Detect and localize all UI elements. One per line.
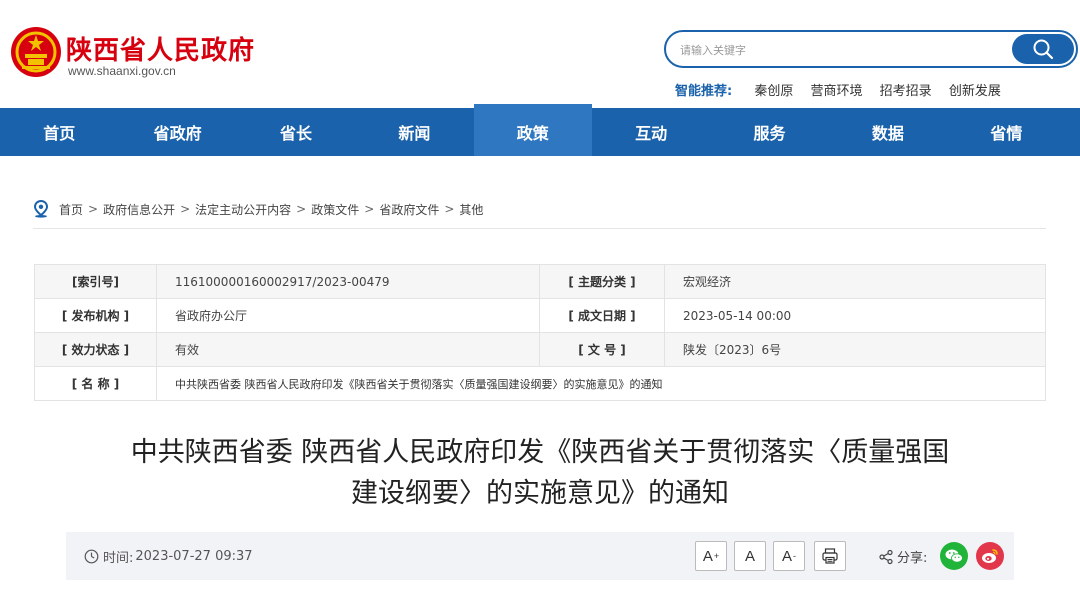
docno-value: 陕发〔2023〕6号 [664,332,1046,367]
article-title-line-2: 建设纲要〉的实施意见》的通知 [351,478,729,509]
main-nav: 首页 省政府 省长 新闻 政策 互动 服务 数据 省情 [0,104,1080,156]
table-row: [ 名 称 ] 中共陕西省委 陕西省人民政府印发《陕西省关于贯彻落实〈质量强国建… [34,366,1046,401]
nav-provincial-gov[interactable]: 省政府 [118,108,236,156]
share-weibo-button[interactable] [976,542,1004,570]
breadcrumb-home[interactable]: 首页 [59,201,83,218]
issuer-label: [ 发布机构 ] [34,298,157,333]
font-normal-label: A [744,547,755,565]
clock-icon [84,549,99,564]
issuer-value: 省政府办公厅 [156,298,540,333]
font-larger-plus: + [713,551,720,561]
article-meta-bar: 时间: 2023-07-27 09:37 A + A A- 分享: [66,532,1014,580]
print-icon [822,548,838,564]
hot-recommend: 智能推荐: 秦创原 营商环境 招考招录 创新发展 [675,80,1014,99]
font-larger-label: A [702,547,713,565]
topic-label: [ 主题分类 ] [539,264,665,299]
site-name[interactable]: 陕西省人民政府 [66,30,255,67]
breadcrumb-policy-docs[interactable]: 政策文件 [311,201,359,218]
nav-province-info[interactable]: 省情 [947,108,1065,156]
site-header: 陕西省人民政府 www.shaanxi.gov.cn 智能推荐: 秦创原 营商环… [0,0,1080,108]
breadcrumb-gov-docs[interactable]: 省政府文件 [379,201,439,218]
name-label: [ 名 称 ] [34,366,157,401]
nav-home[interactable]: 首页 [0,108,118,156]
article-title-line-1: 中共陕西省委 陕西省人民政府印发《陕西省关于贯彻落实〈质量强国 [130,437,950,468]
breadcrumb: 首页 > 政府信息公开 > 法定主动公开内容 > 政策文件 > 省政府文件 > … [33,200,483,218]
date-label: [ 成文日期 ] [539,298,665,333]
nav-governor[interactable]: 省长 [237,108,355,156]
breadcrumb-separator: > [88,202,99,216]
share-label: 分享: [897,551,928,566]
breadcrumb-public-content[interactable]: 法定主动公开内容 [195,201,291,218]
national-emblem-icon [11,27,61,77]
weibo-icon [982,549,998,563]
share-icon [879,549,893,564]
nav-news[interactable]: 新闻 [355,108,473,156]
index-label: [索引号] [34,264,157,299]
status-label: [ 效力状态 ] [34,332,157,367]
wechat-icon [945,549,963,563]
nav-policy[interactable]: 政策 [473,104,593,156]
print-button[interactable] [814,541,846,571]
font-smaller-label: A [781,547,792,565]
breadcrumb-separator: > [364,202,375,216]
nav-interaction[interactable]: 互动 [592,108,710,156]
status-value: 有效 [156,332,540,367]
font-smaller-minus: - [793,551,796,561]
breadcrumb-separator: > [444,202,455,216]
search-box [664,30,1078,68]
article-title: 中共陕西省委 陕西省人民政府印发《陕西省关于贯彻落实〈质量强国 建设纲要〉的实施… [80,432,1000,514]
name-value: 中共陕西省委 陕西省人民政府印发《陕西省关于贯彻落实〈质量强国建设纲要〉的实施意… [156,366,1046,401]
hot-label: 智能推荐: [675,84,733,99]
breadcrumb-separator: > [296,202,307,216]
docno-label: [ 文 号 ] [539,332,665,367]
topic-value: 宏观经济 [664,264,1046,299]
share-wechat-button[interactable] [940,542,968,570]
time-label: 时间: [103,551,134,566]
breadcrumb-other[interactable]: 其他 [459,201,483,218]
hot-link-business-env[interactable]: 营商环境 [811,84,863,99]
nav-service[interactable]: 服务 [710,108,828,156]
breadcrumb-separator: > [180,202,191,216]
font-larger-button[interactable]: A + [695,541,727,571]
nav-data[interactable]: 数据 [829,108,947,156]
index-value: 116100000160002917/2023-00479 [156,264,540,299]
search-input[interactable] [680,41,1000,59]
document-info-table: [索引号] 116100000160002917/2023-00479 [ 主题… [34,264,1046,401]
hot-link-qinchuangyuan[interactable]: 秦创原 [754,84,793,99]
share-area: 分享: [878,547,927,566]
breadcrumb-gov-info[interactable]: 政府信息公开 [103,201,175,218]
location-icon [33,200,49,218]
hot-link-recruitment[interactable]: 招考招录 [880,84,932,99]
table-row: [索引号] 116100000160002917/2023-00479 [ 主题… [34,264,1046,299]
table-row: [ 发布机构 ] 省政府办公厅 [ 成文日期 ] 2023-05-14 00:0… [34,298,1046,333]
hot-link-innovation[interactable]: 创新发展 [949,84,1001,99]
publish-time: 时间: 2023-07-27 09:37 [84,547,253,566]
time-value: 2023-07-27 09:37 [135,549,253,564]
search-icon [1033,39,1054,60]
font-smaller-button[interactable]: A- [773,541,805,571]
search-button[interactable] [1012,34,1074,64]
breadcrumb-divider [33,228,1046,229]
table-row: [ 效力状态 ] 有效 [ 文 号 ] 陕发〔2023〕6号 [34,332,1046,367]
font-normal-button[interactable]: A [734,541,766,571]
date-value: 2023-05-14 00:00 [664,298,1046,333]
site-url: www.shaanxi.gov.cn [68,64,176,78]
